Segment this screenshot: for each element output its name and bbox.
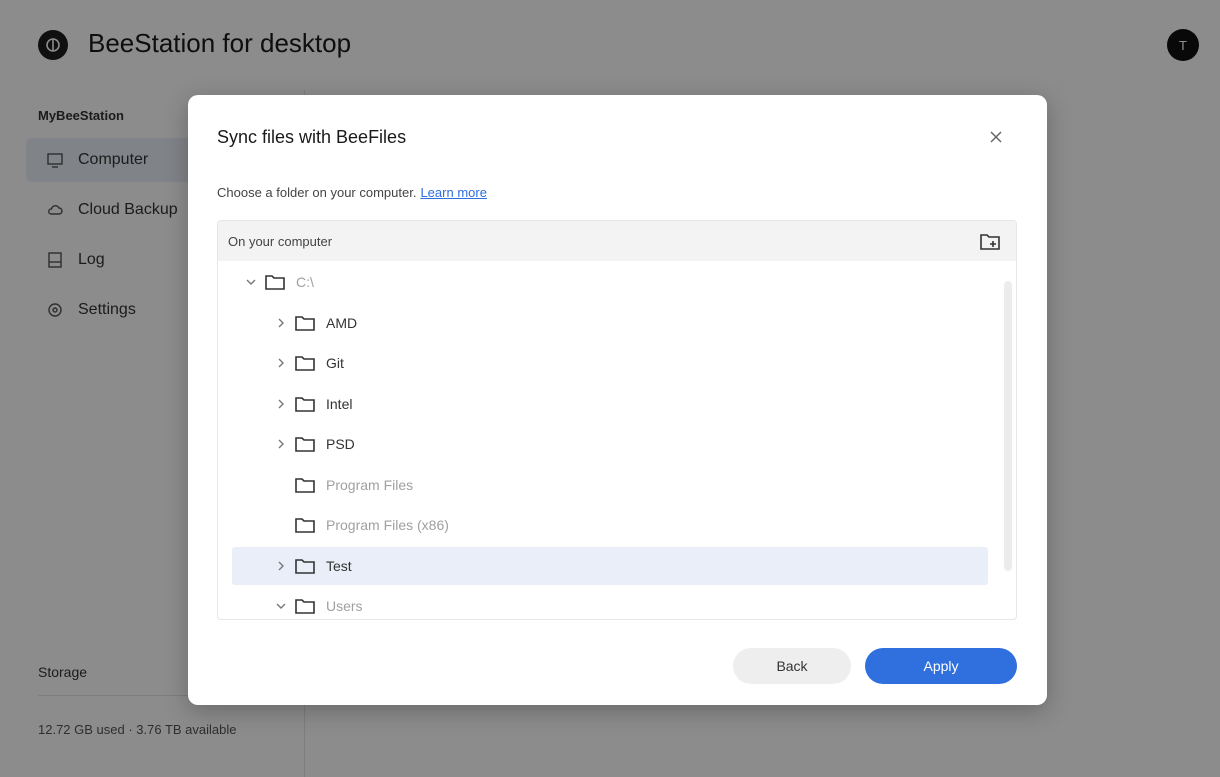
folder-icon <box>294 354 316 372</box>
dialog-title: Sync files with BeeFiles <box>217 127 407 147</box>
folder-row[interactable]: C:\ <box>232 263 988 301</box>
chevron-right-icon[interactable] <box>274 437 288 451</box>
sync-dialog: Sync files with BeeFiles Choose a folder… <box>188 95 1047 705</box>
folder-icon <box>294 435 316 453</box>
chevron-right-icon[interactable] <box>274 356 288 370</box>
folder-name: C:\ <box>296 274 314 290</box>
tree-scrollbar[interactable] <box>1004 281 1012 571</box>
chevron-right-icon[interactable] <box>274 316 288 330</box>
picker-header: On your computer <box>218 221 1016 261</box>
close-icon[interactable] <box>984 125 1008 149</box>
folder-row[interactable]: Git <box>232 344 988 382</box>
folder-row[interactable]: AMD <box>232 304 988 342</box>
folder-icon <box>264 273 286 291</box>
chevron-right-icon[interactable] <box>274 559 288 573</box>
folder-row[interactable]: Program Files <box>232 466 988 504</box>
folder-icon <box>294 314 316 332</box>
folder-name: AMD <box>326 314 358 331</box>
folder-name: Test <box>326 557 352 574</box>
chevron-down-icon[interactable] <box>274 599 288 613</box>
folder-name: Program Files <box>326 476 414 493</box>
folder-tree: C:\ AMD Git Intel PSD Program Files Program Fi… <box>218 261 1016 619</box>
chevron-right-icon[interactable] <box>274 397 288 411</box>
dialog-subtitle: Choose a folder on your computer. Learn m… <box>217 185 487 200</box>
dialog-subtitle-text: Choose a folder on your computer. <box>217 185 417 200</box>
picker-label: On your computer <box>228 234 333 249</box>
folder-icon <box>294 557 316 575</box>
new-folder-icon[interactable] <box>978 230 1002 252</box>
back-button[interactable]: Back <box>733 648 851 684</box>
folder-icon <box>294 516 316 534</box>
folder-name: Program Files (x86) <box>326 517 449 533</box>
folder-name: Git <box>326 355 344 371</box>
folder-name: PSD <box>326 436 355 452</box>
folder-icon <box>294 476 316 494</box>
apply-button[interactable]: Apply <box>865 648 1017 684</box>
folder-icon <box>294 597 316 615</box>
folder-row[interactable]: Test <box>232 546 988 585</box>
folder-picker: On your computer C:\ AMD Git Intel PSD Progra… <box>217 220 1017 620</box>
folder-row[interactable]: Users <box>232 587 988 619</box>
folder-row[interactable]: Intel <box>232 385 988 423</box>
folder-icon <box>294 395 316 413</box>
folder-row[interactable]: PSD <box>232 425 988 463</box>
chevron-down-icon[interactable] <box>244 275 258 289</box>
folder-name: Intel <box>326 395 353 412</box>
folder-row[interactable]: Program Files (x86) <box>232 506 988 544</box>
folder-name: Users <box>326 598 363 614</box>
learn-more-link[interactable]: Learn more <box>420 185 486 200</box>
